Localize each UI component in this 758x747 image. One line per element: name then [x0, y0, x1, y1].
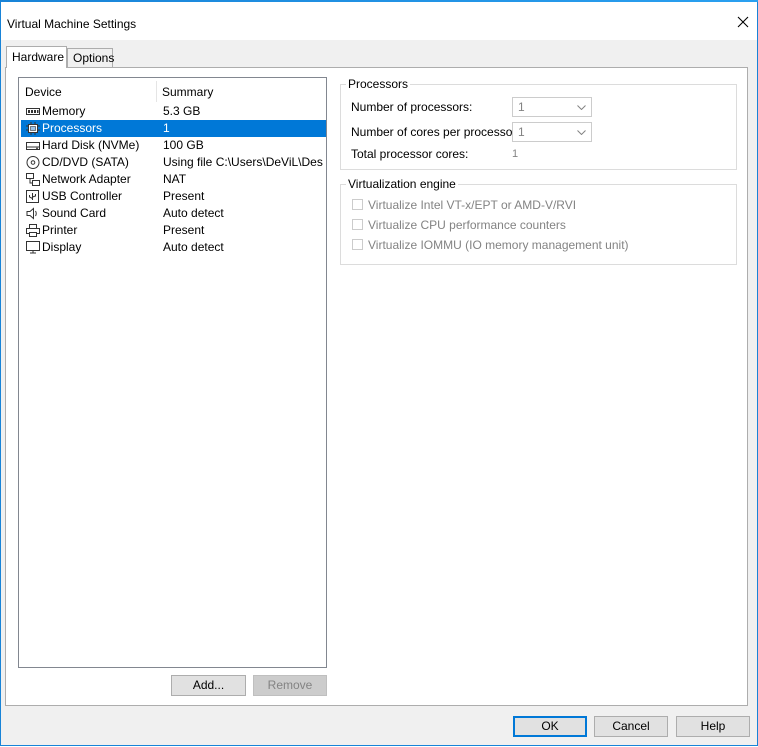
- window-title: Virtual Machine Settings: [7, 17, 137, 31]
- column-header-summary[interactable]: Summary: [162, 85, 213, 99]
- device-list[interactable]: Device Summary Memory 5.3 GB Processors …: [18, 77, 327, 668]
- cpu-perf-counters-checkbox[interactable]: [352, 219, 363, 230]
- total-cores-value: 1: [512, 148, 519, 160]
- hard-disk-icon: [26, 142, 40, 150]
- printer-icon: [26, 224, 40, 237]
- virtualization-engine-group: Virtualization engine Virtualize Intel V…: [340, 177, 737, 265]
- close-icon: [737, 16, 749, 28]
- virtualization-group-title: Virtualization engine: [346, 177, 458, 191]
- device-name: Sound Card: [42, 206, 107, 220]
- device-summary: Present: [163, 223, 205, 237]
- device-row-network-adapter[interactable]: Network Adapter NAT: [21, 171, 326, 188]
- list-header: Device Summary: [19, 78, 326, 102]
- device-name: Display: [42, 240, 82, 254]
- iommu-checkbox[interactable]: [352, 239, 363, 250]
- device-name: Hard Disk (NVMe): [42, 138, 140, 152]
- total-cores-label: Total processor cores:: [351, 147, 469, 161]
- device-summary: 5.3 GB: [163, 104, 201, 118]
- device-row-cd-dvd[interactable]: CD/DVD (SATA) Using file C:\Users\DeViL\…: [21, 154, 326, 171]
- device-name: Printer: [42, 223, 78, 237]
- device-summary: 1: [163, 121, 170, 135]
- device-row-usb-controller[interactable]: USB Controller Present: [21, 188, 326, 205]
- iommu-label: Virtualize IOMMU (IO memory management u…: [368, 238, 629, 252]
- device-summary: NAT: [163, 172, 187, 186]
- device-summary: Auto detect: [163, 240, 224, 254]
- memory-icon: [26, 108, 40, 115]
- help-button[interactable]: Help: [676, 716, 750, 737]
- device-summary: 100 GB: [163, 138, 204, 152]
- num-processors-select[interactable]: 1: [512, 97, 592, 117]
- usb-icon: [26, 190, 39, 203]
- cores-per-processor-select[interactable]: 1: [512, 122, 592, 142]
- device-summary: Present: [163, 189, 205, 203]
- display-icon: [26, 241, 40, 254]
- title-bar: Virtual Machine Settings: [1, 0, 757, 40]
- device-row-display[interactable]: Display Auto detect: [21, 239, 326, 256]
- device-row-processors[interactable]: Processors 1: [21, 120, 326, 137]
- cores-per-processor-label: Number of cores per processor:: [351, 125, 520, 139]
- ok-button[interactable]: OK: [513, 716, 587, 737]
- device-row-hard-disk[interactable]: Hard Disk (NVMe) 100 GB: [21, 137, 326, 154]
- tab-options[interactable]: Options: [67, 48, 114, 67]
- device-name: Network Adapter: [42, 172, 131, 186]
- processors-group-title: Processors: [346, 77, 411, 91]
- column-header-device[interactable]: Device: [25, 85, 62, 99]
- vtx-ept-label: Virtualize Intel VT-x/EPT or AMD-V/RVI: [368, 198, 577, 212]
- num-processors-value: 1: [518, 100, 525, 114]
- add-button[interactable]: Add...: [171, 675, 246, 696]
- window-accent-border: [0, 0, 758, 2]
- device-name: USB Controller: [42, 189, 123, 203]
- remove-button[interactable]: Remove: [253, 675, 327, 696]
- close-button[interactable]: [731, 10, 755, 34]
- device-name: Memory: [42, 104, 86, 118]
- chevron-down-icon: [577, 105, 586, 110]
- processor-icon: [26, 122, 40, 135]
- vm-settings-dialog: Virtual Machine Settings Hardware Option…: [0, 0, 758, 746]
- device-row-memory[interactable]: Memory 5.3 GB: [21, 103, 326, 120]
- device-row-printer[interactable]: Printer Present: [21, 222, 326, 239]
- device-summary: Using file C:\Users\DeViL\Des...: [163, 155, 323, 169]
- chevron-down-icon: [577, 130, 586, 135]
- num-processors-label: Number of processors:: [351, 100, 473, 114]
- speaker-icon: [26, 207, 37, 220]
- device-summary: Auto detect: [163, 206, 224, 220]
- cpu-perf-counters-label: Virtualize CPU performance counters: [368, 218, 566, 232]
- processors-group: Processors Number of processors: 1 Numbe…: [340, 77, 737, 170]
- tab-hardware[interactable]: Hardware: [6, 46, 67, 68]
- network-adapter-icon: [26, 173, 40, 186]
- device-name: CD/DVD (SATA): [42, 155, 129, 169]
- column-divider[interactable]: [156, 81, 157, 102]
- cancel-button[interactable]: Cancel: [594, 716, 668, 737]
- cores-per-processor-value: 1: [518, 125, 525, 139]
- cd-dvd-icon: [26, 156, 40, 169]
- device-name: Processors: [42, 121, 103, 135]
- vtx-ept-checkbox[interactable]: [352, 199, 363, 210]
- device-row-sound-card[interactable]: Sound Card Auto detect: [21, 205, 326, 222]
